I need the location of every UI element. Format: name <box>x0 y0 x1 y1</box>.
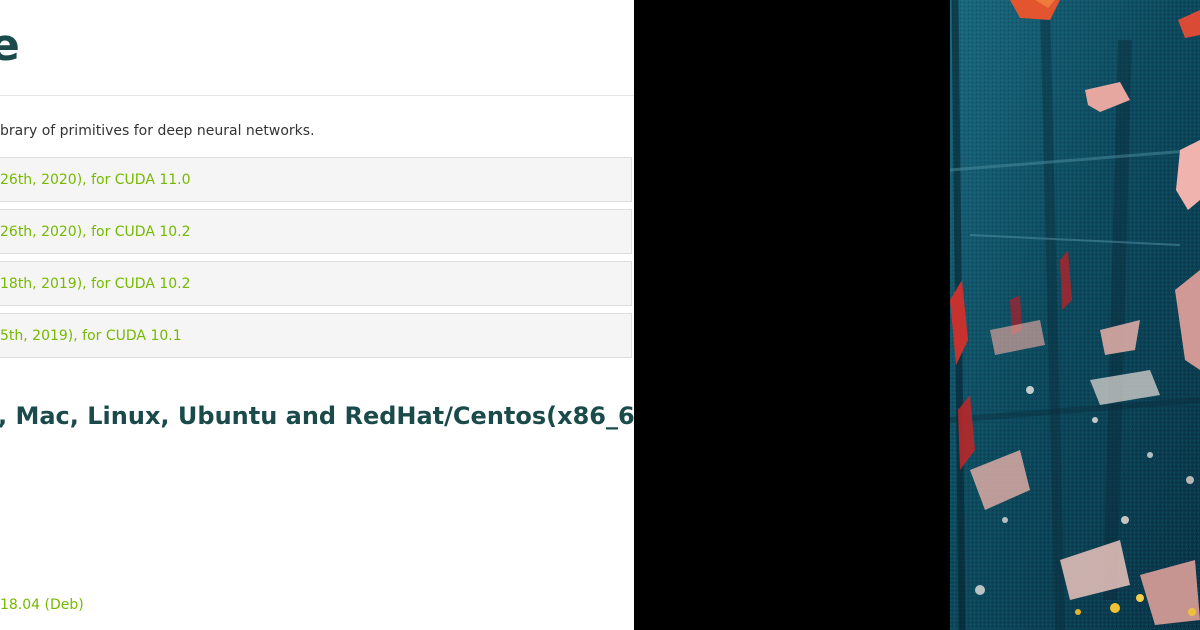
download-link[interactable]: 26th, 2020), for CUDA 10.2 <box>0 224 191 240</box>
black-band <box>634 0 950 630</box>
download-link[interactable]: 26th, 2020), for CUDA 11.0 <box>0 172 191 188</box>
download-row[interactable]: 26th, 2020), for CUDA 11.0 <box>0 157 632 202</box>
webpage-panel: e brary of primitives for deep neural ne… <box>0 0 634 630</box>
section-heading: , Mac, Linux, Ubuntu and RedHat/Centos(x… <box>0 402 634 430</box>
download-link[interactable]: 5th, 2019), for CUDA 10.1 <box>0 328 182 344</box>
download-row[interactable]: 18th, 2019), for CUDA 10.2 <box>0 261 632 306</box>
download-list: 26th, 2020), for CUDA 11.0 26th, 2020), … <box>0 157 632 365</box>
title-divider <box>0 95 634 96</box>
abstract-painting-image <box>950 0 1200 630</box>
download-link-deb[interactable]: 18.04 (Deb) <box>0 596 84 614</box>
intro-text: brary of primitives for deep neural netw… <box>0 123 315 139</box>
download-row[interactable]: 26th, 2020), for CUDA 10.2 <box>0 209 632 254</box>
screenshot-canvas: e brary of primitives for deep neural ne… <box>0 0 1200 630</box>
page-title: e <box>0 20 20 71</box>
download-row[interactable]: 5th, 2019), for CUDA 10.1 <box>0 313 632 358</box>
download-link[interactable]: 18th, 2019), for CUDA 10.2 <box>0 276 191 292</box>
